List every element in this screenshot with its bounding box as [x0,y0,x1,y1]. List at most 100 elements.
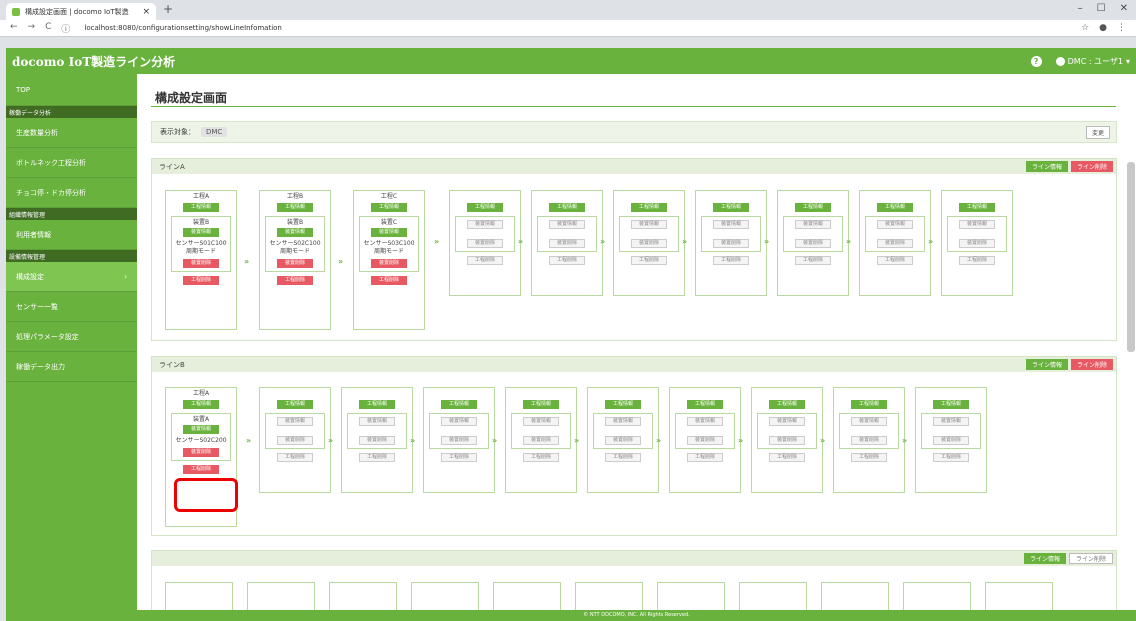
device-delete-button[interactable]: 装置削除 [795,239,831,248]
process-delete-button[interactable]: 工程削除 [359,453,395,462]
device-delete-button[interactable]: 装置削除 [851,436,887,445]
process-info-button[interactable]: 工程情報 [769,400,805,409]
device-delete-button[interactable]: 装置削除 [631,239,667,248]
device-delete-button[interactable]: 装置削除 [769,436,805,445]
process-delete-button[interactable]: 工程削除 [851,453,887,462]
new-tab-icon[interactable]: + [163,2,173,16]
process-delete-button[interactable]: 工程削除 [277,276,313,285]
device-info-button[interactable]: 装置情報 [769,417,805,426]
process-delete-button[interactable]: 工程削除 [523,453,559,462]
process-info-button[interactable]: 工程情報 [467,203,503,212]
process-delete-button[interactable]: 工程削除 [183,276,219,285]
device-delete-button[interactable]: 装置削除 [183,448,219,457]
sidebar-item-bottleneck[interactable]: ボトルネック工程分析 [6,148,137,178]
sidebar-item-config[interactable]: 構成設定 › [6,262,137,292]
device-delete-button[interactable]: 装置削除 [687,436,723,445]
process-info-button[interactable]: 工程情報 [631,203,667,212]
process-info-button[interactable]: 工程情報 [183,203,219,212]
process-delete-button[interactable]: 工程削除 [277,453,313,462]
process-info-button[interactable]: 工程情報 [359,400,395,409]
device-info-button[interactable]: 装置情報 [959,220,995,229]
process-info-button[interactable]: 工程情報 [959,203,995,212]
device-delete-button[interactable]: 装置削除 [877,239,913,248]
process-info-button[interactable]: 工程情報 [795,203,831,212]
process-delete-button[interactable]: 工程削除 [183,465,219,474]
process-delete-button[interactable]: 工程削除 [713,256,749,265]
process-info-button[interactable]: 工程情報 [851,400,887,409]
process-delete-button[interactable]: 工程削除 [933,453,969,462]
device-info-button[interactable]: 装置情報 [687,417,723,426]
process-delete-button[interactable]: 工程削除 [687,453,723,462]
change-button[interactable]: 変更 [1085,125,1110,139]
device-delete-button[interactable]: 装置削除 [371,259,407,268]
device-info-button[interactable]: 装置情報 [277,228,313,237]
line-delete-button[interactable]: ライン削除 [1070,359,1113,370]
device-info-button[interactable]: 装置情報 [713,220,749,229]
device-delete-button[interactable]: 装置削除 [549,239,585,248]
minimize-icon[interactable]: – [1078,3,1083,14]
star-icon[interactable]: ☆ [1081,23,1089,33]
forward-icon[interactable]: → [28,22,36,35]
process-info-button[interactable]: 工程情報 [549,203,585,212]
device-info-button[interactable]: 装置情報 [441,417,477,426]
line-info-button[interactable]: ライン情報 [1025,359,1068,370]
process-info-button[interactable]: 工程情報 [371,203,407,212]
process-info-button[interactable]: 工程情報 [687,400,723,409]
process-delete-button[interactable]: 工程削除 [549,256,585,265]
process-delete-button[interactable]: 工程削除 [769,453,805,462]
profile-icon[interactable]: ● [1099,23,1107,33]
device-info-button[interactable]: 装置情報 [877,220,913,229]
process-info-button[interactable]: 工程情報 [933,400,969,409]
device-delete-button[interactable]: 装置削除 [441,436,477,445]
close-tab-icon[interactable]: × [142,7,150,17]
device-delete-button[interactable]: 装置削除 [713,239,749,248]
process-info-button[interactable]: 工程情報 [183,400,219,409]
device-info-button[interactable]: 装置情報 [523,417,559,426]
process-info-button[interactable]: 工程情報 [877,203,913,212]
sidebar-item-export[interactable]: 稼働データ出力 [6,352,137,382]
line-delete-button[interactable]: ライン削除 [1070,161,1113,172]
process-delete-button[interactable]: 工程削除 [371,276,407,285]
url-field[interactable]: localhost:8080/configurationsetting/show… [84,24,281,32]
sidebar-item-top[interactable]: TOP [6,74,137,106]
reload-icon[interactable]: C [45,22,51,35]
sidebar-item-sensors[interactable]: センサー一覧 [6,292,137,322]
device-delete-button[interactable]: 装置削除 [183,259,219,268]
device-info-button[interactable]: 装置情報 [933,417,969,426]
process-delete-button[interactable]: 工程削除 [795,256,831,265]
process-delete-button[interactable]: 工程削除 [959,256,995,265]
user-menu[interactable]: DMC : ユーザ1 ▾ [1055,56,1130,67]
process-delete-button[interactable]: 工程削除 [441,453,477,462]
menu-icon[interactable]: ⋮ [1117,23,1126,33]
maximize-icon[interactable]: ☐ [1097,3,1106,14]
device-delete-button[interactable]: 装置削除 [959,239,995,248]
device-delete-button[interactable]: 装置削除 [359,436,395,445]
sidebar-item-production[interactable]: 生産数量分析 [6,118,137,148]
device-info-button[interactable]: 装置情報 [183,228,219,237]
sidebar-item-params[interactable]: 処理パラメータ設定 [6,322,137,352]
sidebar-item-users[interactable]: 利用者情報 [6,220,137,250]
line-delete-button[interactable]: ライン削除 [1068,553,1113,564]
process-info-button[interactable]: 工程情報 [441,400,477,409]
device-info-button[interactable]: 装置情報 [277,417,313,426]
scrollbar[interactable] [1127,162,1135,352]
device-info-button[interactable]: 装置情報 [549,220,585,229]
device-delete-button[interactable]: 装置削除 [605,436,641,445]
process-delete-button[interactable]: 工程削除 [631,256,667,265]
device-delete-button[interactable]: 装置削除 [277,436,313,445]
process-info-button[interactable]: 工程情報 [713,203,749,212]
device-info-button[interactable]: 装置情報 [371,228,407,237]
device-info-button[interactable]: 装置情報 [467,220,503,229]
device-delete-button[interactable]: 装置削除 [523,436,559,445]
process-delete-button[interactable]: 工程削除 [877,256,913,265]
device-info-button[interactable]: 装置情報 [359,417,395,426]
process-info-button[interactable]: 工程情報 [277,400,313,409]
line-info-button[interactable]: ライン情報 [1025,161,1068,172]
device-delete-button[interactable]: 装置削除 [933,436,969,445]
back-icon[interactable]: ← [10,22,18,35]
sidebar-item-choko[interactable]: チョコ停・ドカ停分析 [6,178,137,208]
device-delete-button[interactable]: 装置削除 [277,259,313,268]
device-info-button[interactable]: 装置情報 [795,220,831,229]
device-info-button[interactable]: 装置情報 [605,417,641,426]
process-info-button[interactable]: 工程情報 [523,400,559,409]
